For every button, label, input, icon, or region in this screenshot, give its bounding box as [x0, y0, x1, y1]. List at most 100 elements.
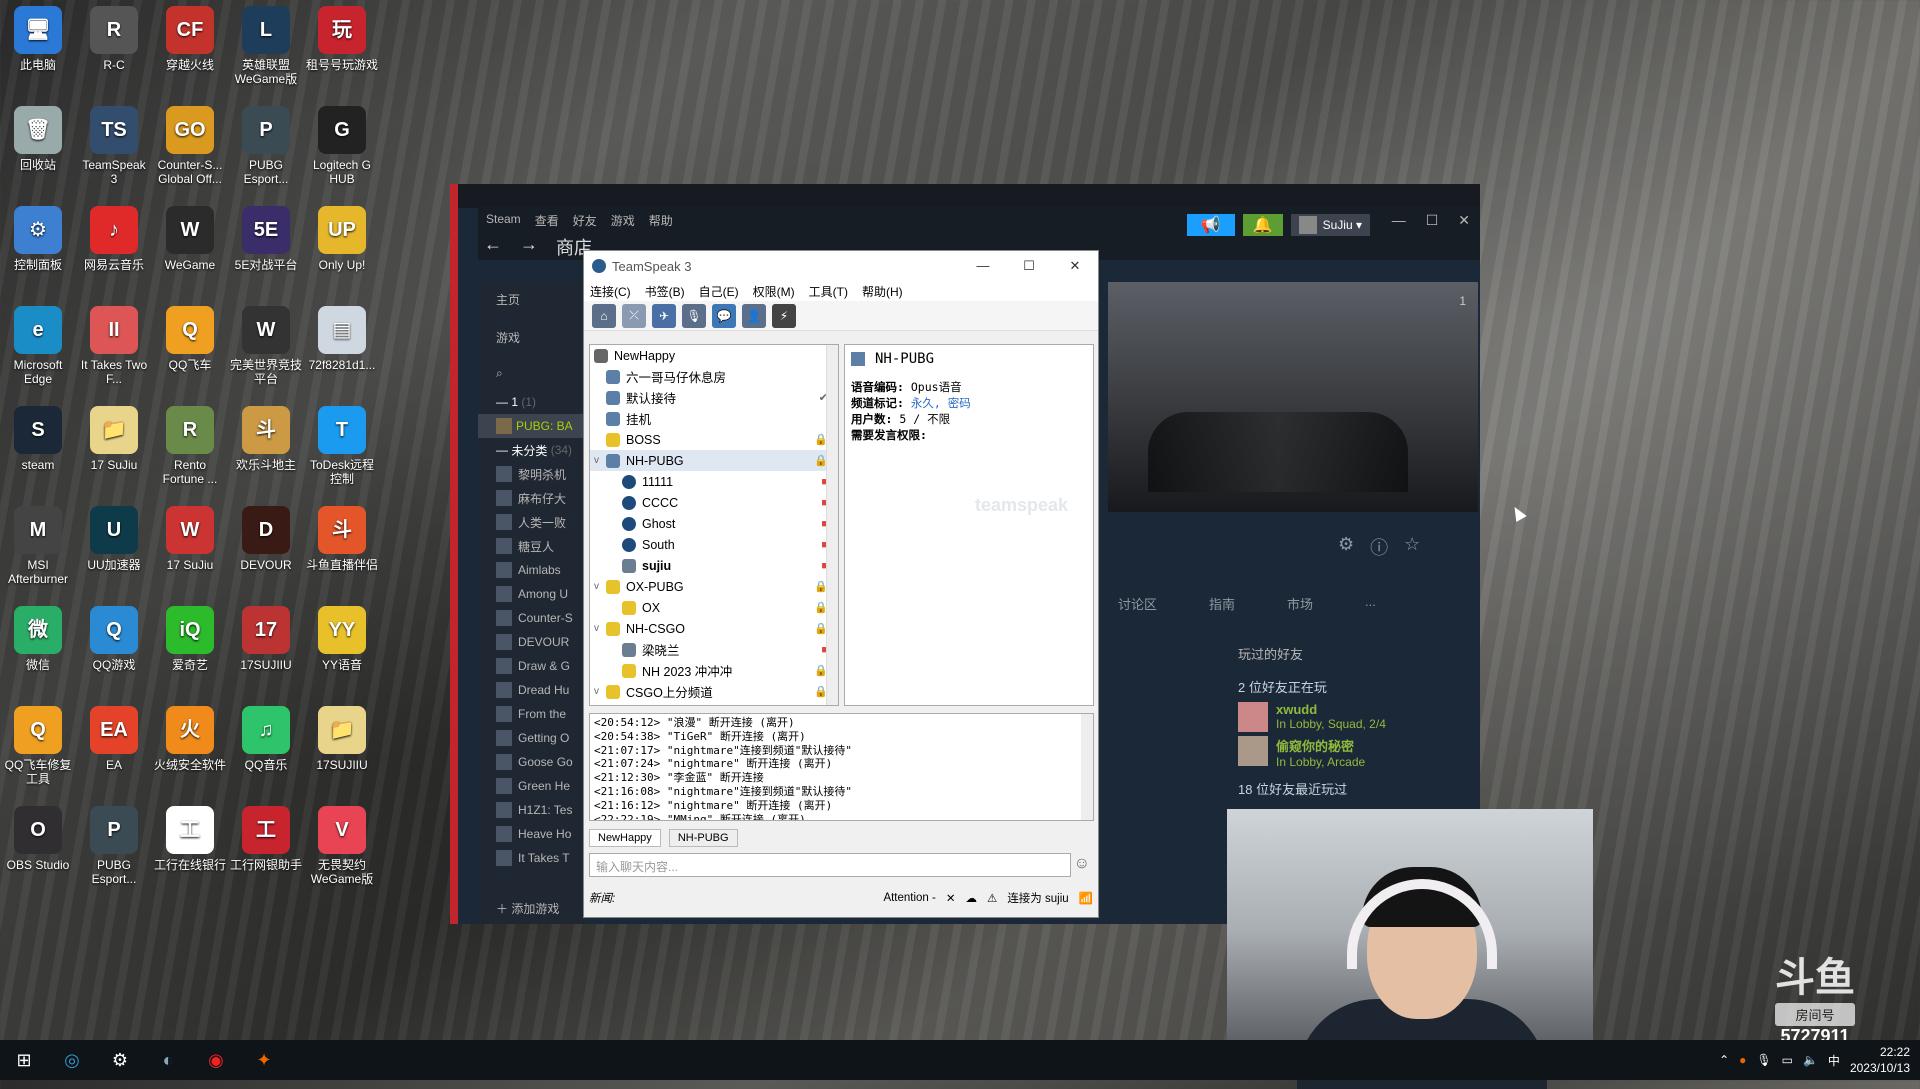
input-language[interactable]: 中: [1828, 1052, 1840, 1069]
library-game-item[interactable]: 糖豆人: [478, 534, 588, 558]
desktop-icon[interactable]: ⚙ 控制面板: [2, 206, 74, 272]
desktop-icon[interactable]: Ssteam: [2, 406, 74, 472]
desktop-icon[interactable]: R Rento Fortune ...: [154, 406, 226, 486]
microphone-icon[interactable]: 🎙: [1756, 1053, 1771, 1067]
notification-button[interactable]: 🔔: [1242, 214, 1283, 236]
steam-menu-help[interactable]: 帮助: [649, 212, 673, 229]
desktop-icon[interactable]: YY YY语音: [306, 606, 378, 672]
gear-icon[interactable]: ⚙: [1338, 534, 1354, 560]
user-menu-button[interactable]: SuJiu ▾: [1290, 214, 1370, 236]
teamspeak-overlay-taskbar-icon[interactable]: ◐: [144, 1040, 192, 1080]
steam-taskbar-icon[interactable]: ⚙: [96, 1040, 144, 1080]
friend-item[interactable]: 偷窥你的秘密 In Lobby, Arcade: [1238, 736, 1458, 769]
desktop-icon[interactable]: CF 穿越火线: [154, 6, 226, 72]
expand-arrow-icon[interactable]: v: [594, 686, 606, 697]
desktop-icon[interactable]: UP Only Up!: [306, 206, 378, 272]
volume-icon[interactable]: 🔈: [1803, 1053, 1818, 1067]
steam-menu-steam[interactable]: Steam: [486, 212, 521, 229]
channel-child-item[interactable]: 梁晓兰 ■: [590, 639, 838, 660]
douyu-taskbar-icon[interactable]: ✦: [240, 1040, 288, 1080]
ts-menu-tools[interactable]: 工具(T): [809, 283, 848, 300]
desktop-icon[interactable]: W 17 SuJiu: [154, 506, 226, 572]
desktop-icon[interactable]: GO Counter-S... Global Off...: [154, 106, 226, 186]
desktop-icon[interactable]: W 完美世界竞技平台: [230, 306, 302, 386]
disconnect-icon[interactable]: ⤫: [622, 303, 646, 328]
desktop-icon[interactable]: P PUBG Esport...: [230, 106, 302, 186]
network-icon[interactable]: ▭: [1782, 1053, 1793, 1067]
group-uncategorized[interactable]: — 未分类 (34): [478, 438, 588, 462]
channel-child-item[interactable]: CCCC ■: [590, 492, 838, 513]
desktop-icon[interactable]: 🖥 此电脑: [2, 6, 74, 72]
server-root[interactable]: NewHappy: [590, 345, 838, 366]
library-game-item[interactable]: Aimlabs: [478, 558, 588, 582]
desktop-icon[interactable]: 玩租号号玩游戏: [306, 6, 378, 72]
close-attention-icon[interactable]: ✕: [946, 891, 956, 905]
forward-arrow-icon[interactable]: →: [520, 234, 538, 260]
ts-menu-permissions[interactable]: 权限(M): [753, 283, 795, 300]
emoji-icon[interactable]: ☺: [1074, 855, 1090, 873]
teamspeak-taskbar-icon[interactable]: ◎: [48, 1040, 96, 1080]
chat-scrollbar[interactable]: [1081, 714, 1093, 820]
desktop-icon[interactable]: D DEVOUR: [230, 506, 302, 572]
desktop-icon[interactable]: TS TeamSpeak 3: [78, 106, 150, 186]
close-icon[interactable]: ✕: [1458, 212, 1470, 229]
chat-input[interactable]: 输入聊天内容...: [589, 853, 1071, 877]
library-game-item[interactable]: Counter-S: [478, 606, 588, 630]
library-game-item[interactable]: H1Z1: Tes: [478, 798, 588, 822]
chat-tab-channel[interactable]: NH-PUBG: [668, 829, 738, 847]
maximize-icon[interactable]: ☐: [1426, 212, 1439, 229]
desktop-icon[interactable]: 📁 17 SuJiu: [78, 406, 150, 472]
channel-item[interactable]: v NH-CSGO 🔒: [590, 618, 838, 639]
attention-label[interactable]: Attention -: [883, 892, 935, 904]
desktop-icon[interactable]: 📁 17SUJIIU: [306, 706, 378, 772]
channel-child-item[interactable]: 11111 ■: [590, 471, 838, 492]
desktop-icon[interactable]: 工工行网银助手: [230, 806, 302, 872]
ts-menu-help[interactable]: 帮助(H): [862, 283, 903, 300]
channel-item[interactable]: 挂机: [590, 408, 838, 429]
channel-item[interactable]: v NH-PUBG 🔒: [590, 450, 838, 471]
desktop-icon[interactable]: 17 17SUJIIU: [230, 606, 302, 672]
desktop-icon[interactable]: W WeGame: [154, 206, 226, 272]
channel-child-item[interactable]: NH 2023 冲冲冲 🔒: [590, 660, 838, 681]
away-icon[interactable]: ✈: [652, 303, 676, 328]
desktop-icon[interactable]: e Microsoft Edge: [2, 306, 74, 386]
desktop-icon[interactable]: R R-C: [78, 6, 150, 72]
channel-item[interactable]: v CSGO上分频道 🔒: [590, 681, 838, 702]
tab-more[interactable]: ...: [1365, 594, 1376, 613]
netease-music-taskbar-icon[interactable]: ◉: [192, 1040, 240, 1080]
chat-icon[interactable]: 💬: [712, 303, 736, 328]
library-game-item[interactable]: DEVOUR: [478, 630, 588, 654]
channel-child-item[interactable]: OX 🔒: [590, 597, 838, 618]
desktop-icon[interactable]: ♪ 网易云音乐: [78, 206, 150, 272]
ts-menu-self[interactable]: 自己(E): [699, 283, 739, 300]
desktop-icon[interactable]: Q QQ游戏: [78, 606, 150, 672]
desktop-icon[interactable]: 火火绒安全软件: [154, 706, 226, 772]
library-game-item[interactable]: Getting O: [478, 726, 588, 750]
steam-menu-view[interactable]: 查看: [535, 212, 559, 229]
connect-icon[interactable]: ⌂: [592, 303, 616, 328]
expand-arrow-icon[interactable]: v: [594, 455, 606, 466]
channel-item[interactable]: BOSS 🔒: [590, 429, 838, 450]
expand-arrow-icon[interactable]: v: [594, 581, 606, 592]
add-game-button[interactable]: ＋ 添加游戏: [478, 896, 559, 920]
desktop-icon[interactable]: L 英雄联盟 WeGame版: [230, 6, 302, 86]
desktop-icon[interactable]: 工工行在线银行: [154, 806, 226, 872]
friend-item[interactable]: xwudd In Lobby, Squad, 2/4: [1238, 702, 1458, 732]
desktop-icon[interactable]: II It Takes Two F...: [78, 306, 150, 386]
desktop-icon[interactable]: V 无畏契约 WeGame版: [306, 806, 378, 886]
desktop-icon[interactable]: 斗欢乐斗地主: [230, 406, 302, 472]
clock[interactable]: 22:22 2023/10/13: [1850, 1044, 1910, 1076]
ts-menu-bookmarks[interactable]: 书签(B): [645, 283, 685, 300]
info-icon[interactable]: ⓘ: [1370, 534, 1388, 560]
minimize-icon[interactable]: —: [1392, 212, 1406, 229]
desktop-icon[interactable]: O OBS Studio: [2, 806, 74, 872]
sidebar-home[interactable]: 主页: [478, 280, 588, 318]
library-game-item[interactable]: It Takes T: [478, 846, 588, 870]
chevron-up-icon[interactable]: ⌃: [1719, 1053, 1729, 1067]
desktop-icon[interactable]: 5E 5E对战平台: [230, 206, 302, 272]
desktop-icon[interactable]: Q QQ飞车: [154, 306, 226, 372]
back-arrow-icon[interactable]: ←: [484, 234, 502, 260]
desktop-icon[interactable]: G Logitech G HUB: [306, 106, 378, 186]
desktop-icon[interactable]: U UU加速器: [78, 506, 150, 572]
maximize-icon[interactable]: ☐: [1006, 258, 1052, 274]
